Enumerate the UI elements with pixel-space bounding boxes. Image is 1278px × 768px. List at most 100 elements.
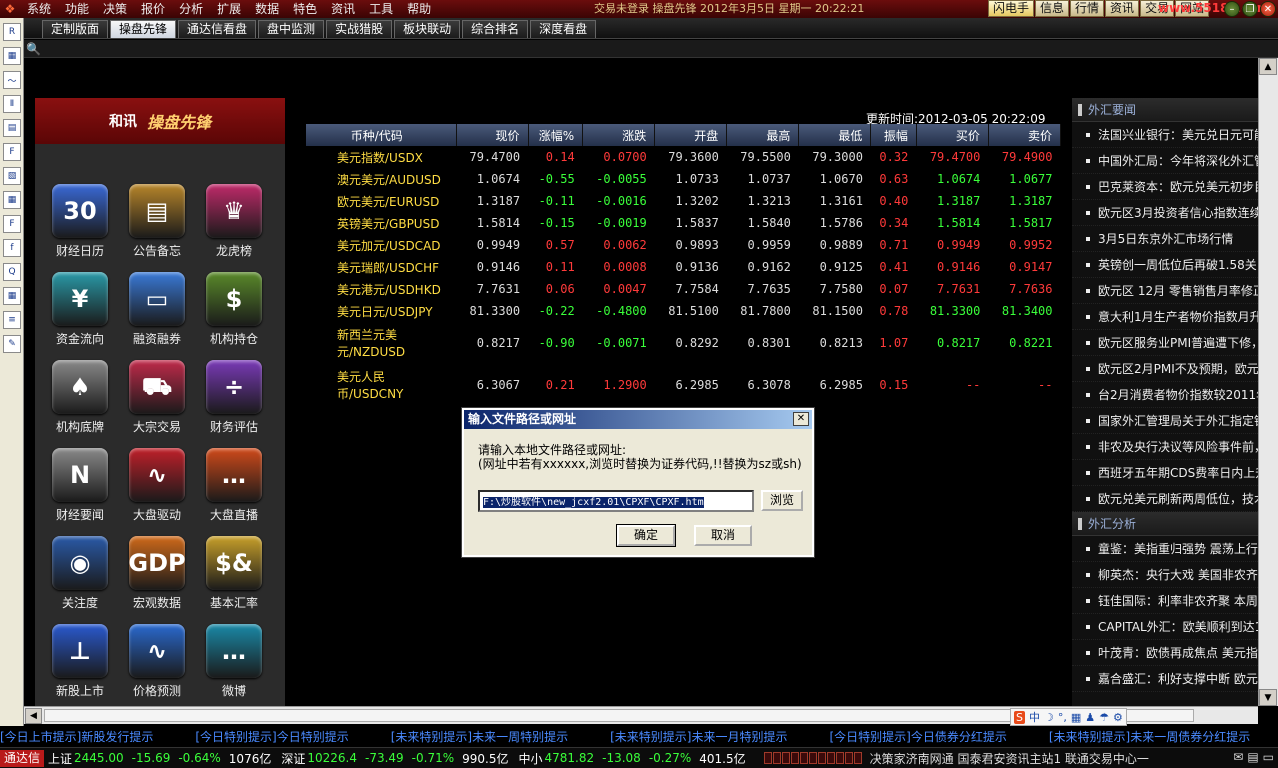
- column-header[interactable]: 振幅: [870, 124, 917, 146]
- news-item[interactable]: 柳英杰：央行大戏 美国非农齐: [1072, 562, 1258, 588]
- ime-icon[interactable]: ☽: [1044, 711, 1054, 724]
- table-row[interactable]: 美元港元/USDHKD 7.7631 0.06 0.0047 7.7584 7.7635 7…: [306, 278, 1061, 300]
- search-icon[interactable]: 🔍: [26, 42, 41, 56]
- message-icon[interactable]: ▤: [1247, 750, 1258, 764]
- news-item[interactable]: 英镑创一周低位后再破1.58关口: [1072, 252, 1258, 278]
- toolbar-tool-icon[interactable]: R: [3, 23, 21, 41]
- feature-item[interactable]: … 大盘直播: [199, 448, 269, 523]
- feature-item[interactable]: ∿ 大盘驱动: [122, 448, 192, 523]
- toolbar-tool-icon[interactable]: ▦: [3, 47, 21, 65]
- feature-item[interactable]: ▤ 公告备忘: [122, 184, 192, 259]
- ime-icon[interactable]: ▦: [1071, 711, 1081, 724]
- feature-item[interactable]: ♠ 机构底牌: [45, 360, 115, 435]
- column-header[interactable]: 涨幅%: [528, 124, 584, 146]
- menu-item[interactable]: 特色: [286, 0, 324, 18]
- table-row[interactable]: 美元日元/USDJPY 81.3300 -0.22 -0.4800 81.5100 81.…: [306, 300, 1061, 322]
- toolbar-tool-icon[interactable]: ▧: [3, 167, 21, 185]
- restore-icon[interactable]: ❐: [1242, 1, 1258, 17]
- scroll-up-icon[interactable]: ▲: [1259, 58, 1277, 75]
- browse-button[interactable]: 浏览: [761, 490, 803, 511]
- dialog-close-icon[interactable]: ✕: [793, 412, 809, 426]
- news-item[interactable]: 非农及央行决议等风险事件前，: [1072, 434, 1258, 460]
- toolbar-tool-icon[interactable]: ▦: [3, 287, 21, 305]
- menu-item[interactable]: 资讯: [324, 0, 362, 18]
- path-input[interactable]: F:\炒股软件\new_jcxf2.01\CPXF\CPXF.htm: [478, 490, 754, 512]
- news-item[interactable]: 国家外汇管理局关于外汇指定银: [1072, 408, 1258, 434]
- news-item[interactable]: CAPITAL外汇：欧美顺利到达1.: [1072, 614, 1258, 640]
- menu-item[interactable]: 扩展: [210, 0, 248, 18]
- column-header[interactable]: 现价: [456, 124, 529, 146]
- feature-item[interactable]: ⛟ 大宗交易: [122, 360, 192, 435]
- news-section-analysis[interactable]: 外汇分析: [1072, 512, 1258, 536]
- feature-item[interactable]: N 财经要闻: [45, 448, 115, 523]
- table-row[interactable]: 美元加元/USDCAD 0.9949 0.57 0.0062 0.9893 0.9959 0…: [306, 234, 1061, 256]
- ime-icon[interactable]: 中: [1029, 709, 1040, 725]
- feature-item[interactable]: $ 机构持仓: [199, 272, 269, 347]
- toolbar-tool-icon[interactable]: 〜: [3, 71, 21, 89]
- table-row[interactable]: 美元瑞郎/USDCHF 0.9146 0.11 0.0008 0.9136 0.9162 0…: [306, 256, 1061, 278]
- toolbar-tool-icon[interactable]: F: [3, 215, 21, 233]
- quick-button[interactable]: 信息: [1035, 0, 1070, 17]
- column-header[interactable]: 最低: [798, 124, 872, 146]
- news-item[interactable]: 意大利1月生产者物价指数月升: [1072, 304, 1258, 330]
- column-header[interactable]: 卖价: [988, 124, 1062, 146]
- table-row[interactable]: 美元指数/USDX 79.4700 0.14 0.0700 79.3600 79.5500…: [306, 146, 1061, 168]
- menu-item[interactable]: 工具: [362, 0, 400, 18]
- quick-button[interactable]: 行情: [1070, 0, 1105, 17]
- ok-button[interactable]: 确定: [616, 524, 676, 547]
- close-icon[interactable]: ✕: [1260, 1, 1276, 17]
- feature-item[interactable]: 30 财经日历: [45, 184, 115, 259]
- news-item[interactable]: 嘉合盛汇：利好支撑中断 欧元: [1072, 666, 1258, 692]
- news-section-forex[interactable]: 外汇要闻: [1072, 98, 1258, 122]
- toolbar-tool-icon[interactable]: ▤: [3, 119, 21, 137]
- toolbar-tool-icon[interactable]: ▦: [3, 191, 21, 209]
- feature-item[interactable]: GDP 宏观数据: [122, 536, 192, 611]
- toolbar-tool-icon[interactable]: Q: [3, 263, 21, 281]
- toolbar-tool-icon[interactable]: f: [3, 239, 21, 257]
- news-item[interactable]: 台2月消费者物价指数较2011年: [1072, 382, 1258, 408]
- ime-icon[interactable]: ⚙: [1113, 711, 1123, 724]
- mail-icon[interactable]: ✉: [1233, 750, 1243, 764]
- news-item[interactable]: 3月5日东京外汇市场行情: [1072, 226, 1258, 252]
- cancel-button[interactable]: 取消: [694, 525, 752, 546]
- toolbar-tool-icon[interactable]: F: [3, 143, 21, 161]
- tab[interactable]: 盘中监测: [258, 20, 325, 38]
- table-row[interactable]: 英镑美元/GBPUSD 1.5814 -0.15 -0.0019 1.5837 1.584…: [306, 212, 1061, 234]
- tab[interactable]: 综合排名: [462, 20, 529, 38]
- scroll-down-icon[interactable]: ▼: [1259, 689, 1277, 706]
- news-item[interactable]: 欧元兑美元刷新两周低位，技术: [1072, 486, 1258, 512]
- tab[interactable]: 通达信看盘: [178, 20, 257, 38]
- tab[interactable]: 深度看盘: [530, 20, 597, 38]
- toolbar-tool-icon[interactable]: ✎: [3, 335, 21, 353]
- feature-item[interactable]: ¥ 资金流向: [45, 272, 115, 347]
- menu-item[interactable]: 分析: [172, 0, 210, 18]
- ime-icon[interactable]: ♟: [1085, 711, 1095, 724]
- scroll-left-icon[interactable]: ◀: [25, 708, 42, 724]
- table-row[interactable]: 美元人民币/USDCNY 6.3067 0.21 1.2900 6.2985 6.3078…: [306, 364, 1061, 406]
- quick-button[interactable]: 资讯: [1105, 0, 1140, 17]
- tab[interactable]: 板块联动: [394, 20, 461, 38]
- feature-item[interactable]: ∿ 价格预测: [122, 624, 192, 699]
- feature-item[interactable]: ◉ 关注度: [45, 536, 115, 611]
- ticker-item[interactable]: [今日上市提示]新股发行提示: [0, 728, 153, 745]
- minimize-icon[interactable]: –: [1224, 1, 1240, 17]
- news-item[interactable]: 钰佳国际：利率非农齐聚 本周: [1072, 588, 1258, 614]
- feature-item[interactable]: $& 基本汇率: [199, 536, 269, 611]
- news-item[interactable]: 西班牙五年期CDS费率日内上升: [1072, 460, 1258, 486]
- news-item[interactable]: 欧元区 12月 零售销售月率修正: [1072, 278, 1258, 304]
- table-row[interactable]: 澳元美元/AUDUSD 1.0674 -0.55 -0.0055 1.0733 1.073…: [306, 168, 1061, 190]
- toolbar-tool-icon[interactable]: Ⅱ: [3, 95, 21, 113]
- news-item[interactable]: 欧元区2月PMI不及预期，欧元/: [1072, 356, 1258, 382]
- table-row[interactable]: 欧元美元/EURUSD 1.3187 -0.11 -0.0016 1.3202 1.321…: [306, 190, 1061, 212]
- feature-item[interactable]: ÷ 财务评估: [199, 360, 269, 435]
- news-item[interactable]: 法国兴业银行：美元兑日元可能: [1072, 122, 1258, 148]
- tab[interactable]: 实战猎股: [326, 20, 393, 38]
- menu-item[interactable]: 报价: [134, 0, 172, 18]
- vertical-scrollbar[interactable]: ▲ ▼: [1258, 58, 1278, 706]
- feature-item[interactable]: ⊥ 新股上市: [45, 624, 115, 699]
- ticker-item[interactable]: [今日特别提示]今日特别提示: [195, 728, 348, 745]
- app-logo-icon[interactable]: ❖: [0, 0, 20, 18]
- ticker-item[interactable]: [未来特别提示]未来一周债券分红提示: [1049, 728, 1250, 745]
- server-list[interactable]: 决策家济南网通 国泰君安资讯主站1 联通交易中心一: [870, 750, 1149, 767]
- feature-item[interactable]: ▭ 融资融券: [122, 272, 192, 347]
